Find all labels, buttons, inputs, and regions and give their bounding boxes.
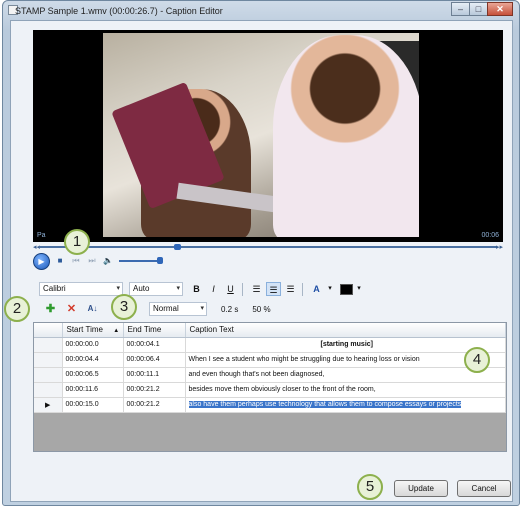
seek-track — [39, 246, 497, 248]
caption-text: [starting music] — [320, 341, 373, 348]
video-frame — [103, 33, 419, 237]
start-time-cell[interactable]: 00:00:04.4 — [62, 352, 124, 368]
start-time-cell[interactable]: 00:00:15.0 — [62, 397, 124, 413]
sort-ascending-icon: ▲ — [113, 328, 120, 335]
chevron-down-icon[interactable]: ▾ — [355, 282, 363, 296]
title-bar: STAMP Sample 1.wmv (00:00:26.7) - Captio… — [3, 1, 519, 21]
end-time-cell[interactable]: 00:00:04.1 — [123, 337, 186, 353]
add-caption-icon[interactable]: ✚ — [43, 302, 58, 316]
sort-icon[interactable]: A↓ — [85, 302, 100, 316]
callout-2: 2 — [4, 296, 30, 322]
caption-text-cell[interactable]: [starting music] — [185, 337, 506, 353]
callout-4: 4 — [464, 347, 490, 373]
minimize-button[interactable]: – — [451, 2, 470, 16]
row-selector[interactable] — [34, 382, 63, 398]
current-row-arrow-icon[interactable]: ▶ — [34, 397, 63, 413]
seek-end-icon: ▸▸ — [495, 244, 503, 251]
table-row-current[interactable]: ▶ 00:00:15.0 00:00:21.2 also have them p… — [34, 397, 506, 413]
caption-text-cell[interactable]: also have them perhaps use technology th… — [185, 397, 506, 413]
end-time-cell[interactable]: 00:00:21.2 — [123, 397, 186, 413]
start-time-cell[interactable]: 00:00:11.6 — [62, 382, 124, 398]
delete-caption-icon[interactable]: ✕ — [64, 302, 79, 316]
table-empty-area — [34, 412, 506, 451]
opacity-value[interactable]: 50 % — [252, 305, 270, 314]
toolbar-divider — [242, 282, 243, 296]
video-player[interactable]: Pa 00:06 — [33, 30, 503, 242]
end-time-cell[interactable]: 00:00:11.1 — [123, 367, 186, 383]
video-time-right: 00:06 — [481, 232, 499, 239]
seek-bar[interactable]: ◂◂ ▸▸ — [33, 242, 503, 252]
callout-5: 5 — [357, 474, 383, 500]
format-toolbar: Calibri ▾ Auto ▾ B I U ☰ ☰ ☰ A ▾ ▾ — [33, 280, 503, 298]
chevron-down-icon: ▾ — [176, 285, 180, 292]
transport-controls: ▶ ■ ⏮ ⏭ 🔈 — [33, 252, 193, 270]
start-time-cell[interactable]: 00:00:00.0 — [62, 337, 124, 353]
volume-icon[interactable]: 🔈 — [102, 255, 114, 267]
row-selector[interactable] — [34, 352, 63, 368]
toolbar-divider — [302, 282, 303, 296]
end-time-cell[interactable]: 00:00:21.2 — [123, 382, 186, 398]
video-time-left: Pa — [37, 232, 46, 239]
background-color-swatch[interactable] — [340, 283, 353, 295]
row-selector[interactable] — [34, 367, 63, 383]
column-header-label: Start Time — [66, 325, 103, 335]
close-button[interactable]: ✕ — [487, 2, 513, 16]
caption-text-cell[interactable]: and even though that's not been diagnose… — [185, 367, 506, 383]
font-size-select[interactable]: Auto ▾ — [129, 282, 183, 296]
align-center-icon[interactable]: ☰ — [266, 282, 281, 296]
bold-button[interactable]: B — [189, 282, 204, 296]
column-header-text[interactable]: Caption Text — [185, 323, 506, 338]
column-header-start[interactable]: Start Time ▲ — [62, 323, 124, 338]
caption-text-cell[interactable]: besides move them obviously closer to th… — [185, 382, 506, 398]
callout-1: 1 — [64, 229, 90, 255]
table-header-row: Start Time ▲ End Time Caption Text — [34, 323, 506, 338]
font-select-value: Calibri — [43, 284, 66, 293]
table-row[interactable]: 00:00:00.0 00:00:04.1 [starting music] — [34, 337, 506, 353]
callout-3: 3 — [111, 294, 137, 320]
window-title: STAMP Sample 1.wmv (00:00:26.7) - Captio… — [15, 6, 223, 16]
row-selector-header — [34, 323, 63, 338]
caption-table: Start Time ▲ End Time Caption Text 00:00… — [33, 322, 507, 452]
chevron-down-icon: ▾ — [116, 285, 120, 292]
underline-button[interactable]: U — [223, 282, 238, 296]
edit-toolbar: ✚ ✕ A↓ ▾ Normal ▾ 0.2 s 50 % — [33, 300, 503, 318]
caption-text-selected: also have them perhaps use technology th… — [188, 401, 462, 408]
table-row[interactable]: 00:00:11.6 00:00:21.2 besides move them … — [34, 382, 506, 398]
play-icon[interactable]: ▶ — [33, 252, 50, 270]
column-header-label: End Time — [127, 325, 162, 335]
column-header-end[interactable]: End Time — [123, 323, 186, 338]
align-left-icon[interactable]: ☰ — [249, 282, 264, 296]
caption-style-select[interactable]: Normal ▾ — [149, 302, 207, 316]
italic-button[interactable]: I — [206, 282, 221, 296]
update-button[interactable]: Update — [394, 480, 448, 497]
maximize-button[interactable]: □ — [469, 2, 488, 16]
caption-style-value: Normal — [153, 304, 179, 313]
window-controls: – □ ✕ — [451, 2, 513, 16]
font-select[interactable]: Calibri ▾ — [39, 282, 123, 296]
end-time-cell[interactable]: 00:00:06.4 — [123, 352, 186, 368]
caption-text-cell[interactable]: When I see a student who might be strugg… — [185, 352, 506, 368]
align-right-icon[interactable]: ☰ — [283, 282, 298, 296]
next-icon[interactable]: ⏭ — [86, 255, 98, 267]
duration-value[interactable]: 0.2 s — [221, 305, 238, 314]
start-time-cell[interactable]: 00:00:06.5 — [62, 367, 124, 383]
table-row[interactable]: 00:00:06.5 00:00:11.1 and even though th… — [34, 367, 506, 383]
cancel-button[interactable]: Cancel — [457, 480, 511, 497]
stop-icon[interactable]: ■ — [54, 255, 66, 267]
column-header-label: Caption Text — [189, 325, 234, 335]
chevron-down-icon: ▾ — [200, 305, 204, 312]
seek-thumb[interactable] — [174, 244, 181, 250]
table-row[interactable]: 00:00:04.4 00:00:06.4 When I see a stude… — [34, 352, 506, 368]
row-selector[interactable] — [34, 337, 63, 353]
font-color-button[interactable]: A — [309, 282, 324, 296]
font-size-value: Auto — [133, 284, 150, 293]
prev-icon[interactable]: ⏮ — [70, 255, 82, 267]
chevron-down-icon[interactable]: ▾ — [326, 282, 334, 296]
volume-thumb[interactable] — [157, 257, 163, 264]
video-person-right — [273, 35, 419, 237]
volume-slider[interactable] — [119, 256, 163, 266]
